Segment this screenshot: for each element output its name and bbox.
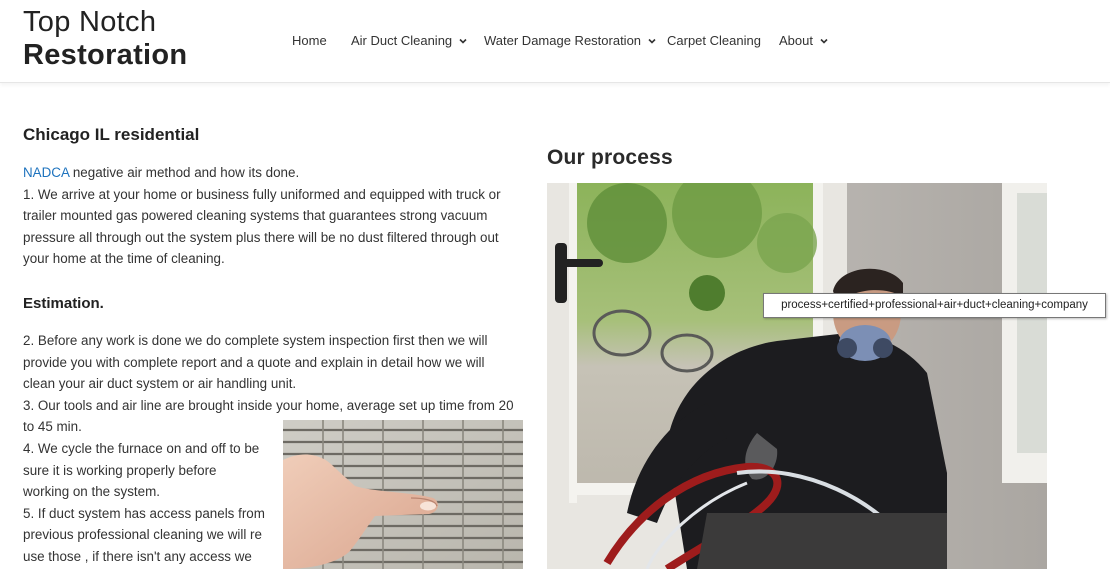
estimation-heading: Estimation. (23, 295, 104, 312)
text-line: provide you with complete report and a q… (23, 354, 485, 370)
section-heading-residential: Chicago IL residential (23, 125, 200, 144)
logo-line-1[interactable]: Top Notch (23, 6, 187, 38)
intro-line: NADCA negative air method and how its do… (23, 162, 501, 184)
text-line: 2. Before any work is done we do complet… (23, 333, 488, 348)
nav-label-air-duct-cleaning[interactable]: Air Duct Cleaning (351, 33, 452, 48)
nav-item-home[interactable]: Home (292, 33, 327, 48)
intro-text: negative air method and how its done. (69, 165, 300, 180)
text-line: pressure all through out the system plus… (23, 229, 499, 245)
image-title-tooltip: process+certified+professional+air+duct+… (763, 293, 1106, 318)
nav-item-water-damage-restoration[interactable]: Water Damage Restoration (484, 33, 657, 48)
vent-grille-illustration (283, 420, 523, 569)
main-content: Chicago IL residential NADCA negative ai… (0, 83, 1110, 569)
chevron-down-icon[interactable] (819, 36, 829, 46)
text-line: 1. We arrive at your home or business fu… (23, 186, 501, 202)
chevron-down-icon[interactable] (458, 36, 468, 46)
nav-label-about[interactable]: About (779, 33, 813, 48)
logo-line-2[interactable]: Restoration (23, 38, 187, 72)
process-photo (547, 183, 1047, 569)
site-header: Top Notch Restoration Home Air Duct Clea… (0, 0, 1110, 83)
text-line: clean your air duct system or air handli… (23, 376, 297, 392)
nav-item-air-duct-cleaning[interactable]: Air Duct Cleaning (351, 33, 468, 48)
site-logo[interactable]: Top Notch Restoration (23, 6, 187, 72)
nav-label-home[interactable]: Home (292, 33, 327, 48)
our-process-heading: Our process (547, 146, 673, 169)
vent-finger-photo (283, 420, 523, 569)
text-line: 3. Our tools and air line are brought in… (23, 397, 514, 413)
text-line: your home at the time of cleaning. (23, 251, 225, 267)
duct-cleaning-technician-illustration (547, 183, 1047, 569)
nav-item-carpet-cleaning[interactable]: Carpet Cleaning (667, 33, 761, 48)
text-line: trailer mounted gas powered cleaning sys… (23, 208, 488, 224)
nav-item-about[interactable]: About (779, 33, 829, 48)
nadca-link[interactable]: NADCA (23, 165, 69, 180)
intro-paragraph: NADCA negative air method and how its do… (23, 162, 501, 270)
chevron-down-icon[interactable] (647, 36, 657, 46)
nav-label-carpet-cleaning[interactable]: Carpet Cleaning (667, 33, 761, 48)
nav-label-water-damage-restoration[interactable]: Water Damage Restoration (484, 33, 641, 48)
